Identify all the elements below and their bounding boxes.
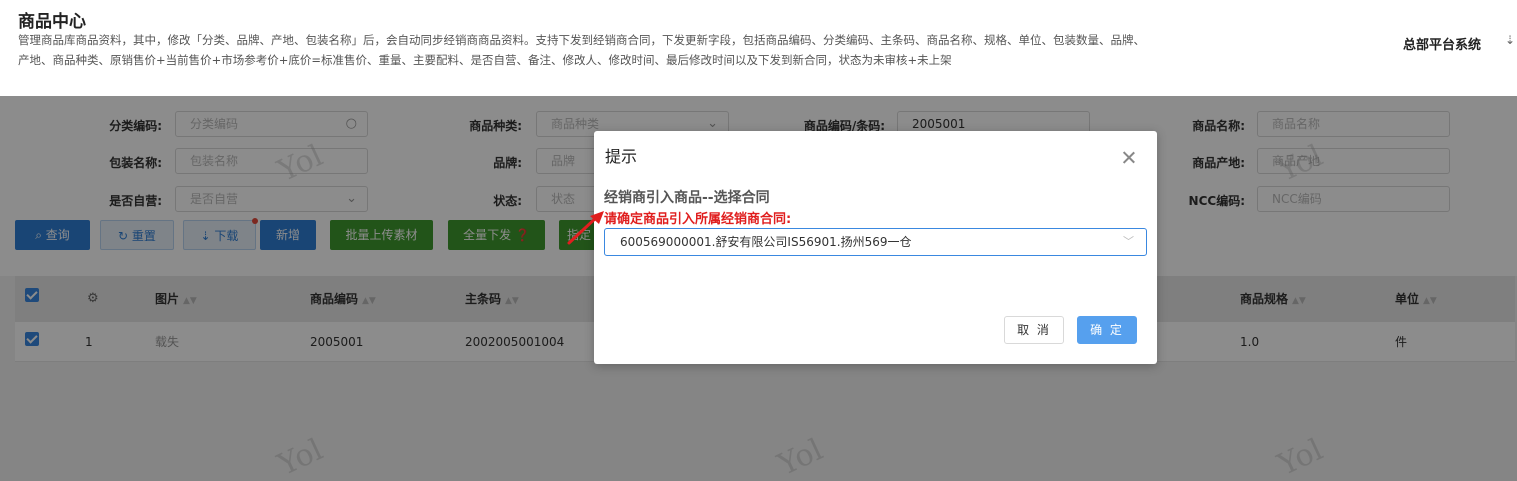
confirm-button[interactable]: 确 定 (1077, 316, 1137, 344)
dialog-title: 提示 (605, 147, 638, 166)
page-title: 商品中心 (18, 12, 86, 32)
select-contract-dialog: 提示 经销商引入商品--选择合同 请确定商品引入所属经销商合同: 6005690… (594, 131, 1157, 364)
contract-select[interactable]: 600569000001.舒安有限公司IS56901.扬州569一仓 ﹀ (604, 228, 1147, 256)
cancel-button[interactable]: 取 消 (1004, 316, 1064, 344)
contract-select-value: 600569000001.舒安有限公司IS56901.扬州569一仓 (620, 235, 912, 249)
dialog-subtitle: 经销商引入商品--选择合同 (604, 190, 770, 206)
close-icon[interactable] (1122, 151, 1136, 165)
page-description: 管理商品库商品资料，其中，修改「分类、品牌、产地、包装名称」后，会自动同步经销商… (18, 33, 1145, 67)
dialog-hint: 请确定商品引入所属经销商合同: (604, 212, 792, 227)
system-switcher[interactable]: 总部平台系统 (1403, 34, 1481, 53)
chevron-down-icon[interactable]: ﹀ (1123, 229, 1134, 255)
annotation-arrow-icon (567, 211, 604, 245)
download-arrow-icon[interactable]: ⇣ (1505, 33, 1515, 47)
page-header: 商品中心 管理商品库商品资料，其中，修改「分类、品牌、产地、包装名称」后，会自动… (0, 0, 1517, 96)
